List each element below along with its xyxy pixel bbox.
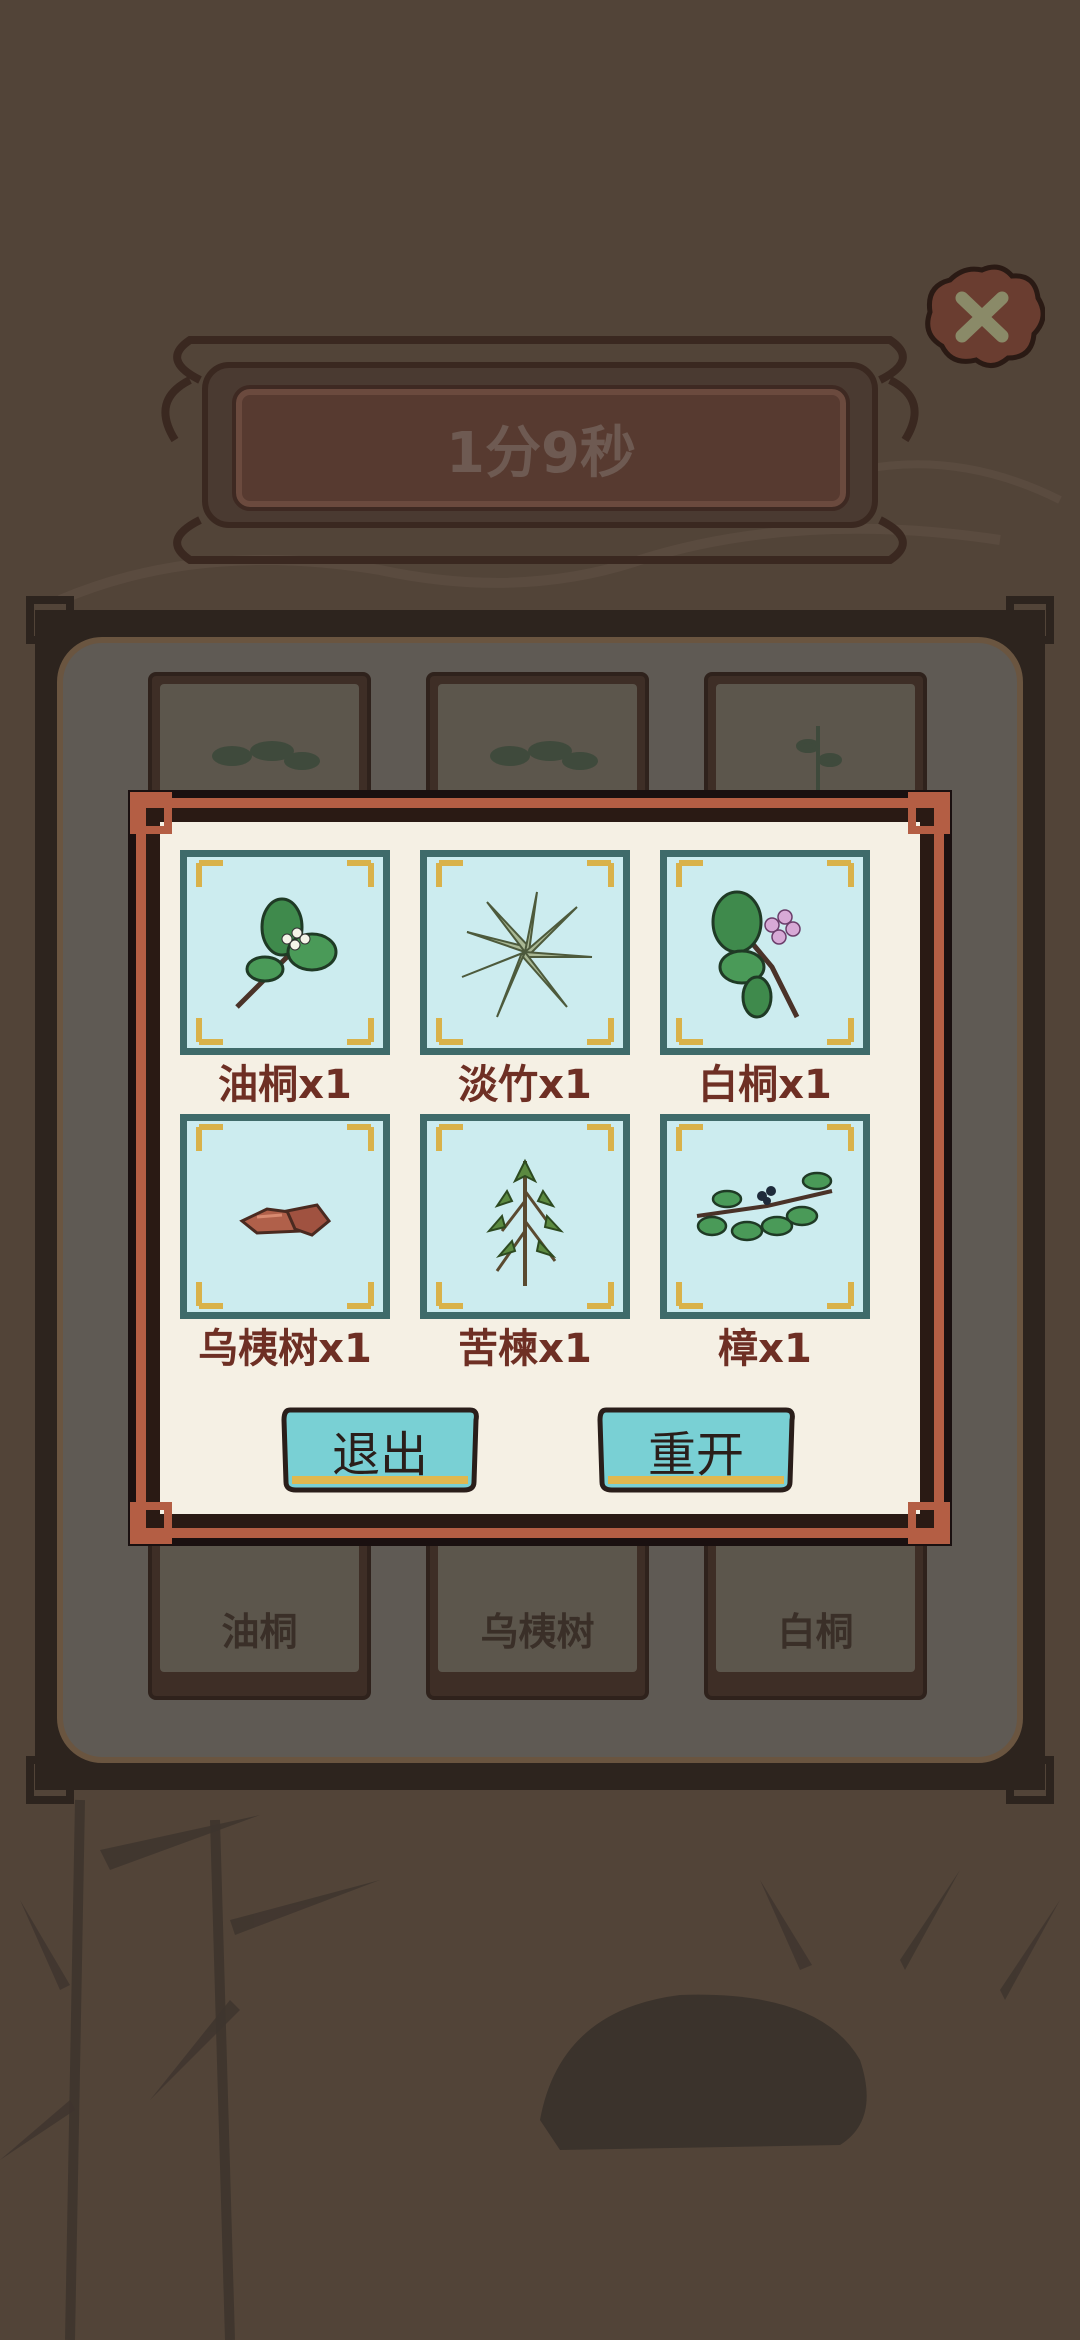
exit-button-label: 退出	[331, 1427, 428, 1483]
reward-item-label: 淡竹x1	[458, 1062, 592, 1108]
reward-dialog: 油桐x1 淡竹x1 白桐x1 乌桋树x1 苦楝x1 樟x1 退出 重开	[128, 790, 952, 1546]
reward-item-bamboo[interactable]: 淡竹x1	[420, 850, 630, 1111]
timer-display: 1分9秒	[232, 385, 850, 511]
reward-item-camphor[interactable]: 樟x1	[660, 1114, 870, 1375]
restart-button[interactable]: 重开	[594, 1402, 798, 1498]
reward-item-label: 白桐x1	[698, 1062, 832, 1108]
reward-item-chinaberry[interactable]: 苦楝x1	[420, 1114, 630, 1375]
bark-pieces-icon	[196, 1124, 374, 1309]
reward-item-tung[interactable]: 油桐x1	[180, 850, 390, 1111]
reward-item-white-tung[interactable]: 白桐x1	[660, 850, 870, 1111]
board-card-label: 白桐	[777, 1610, 854, 1654]
reward-item-label: 乌桋树x1	[198, 1326, 372, 1372]
restart-button-label: 重开	[647, 1427, 744, 1483]
close-button[interactable]	[920, 262, 1046, 372]
camphor-branch-icon	[676, 1124, 854, 1309]
reward-item-wuyi-tree[interactable]: 乌桋树x1	[180, 1114, 390, 1375]
leaf-branch-icon	[212, 741, 320, 770]
reward-item-label: 樟x1	[718, 1326, 812, 1372]
leaf-branch-icon	[490, 741, 598, 770]
herb-icon	[796, 726, 842, 794]
tung-plant-icon	[196, 860, 374, 1045]
timer-text: 1分9秒	[446, 420, 636, 486]
reward-item-label: 苦楝x1	[458, 1326, 592, 1372]
bamboo-leaves-icon	[436, 860, 614, 1045]
board-card-label: 油桐	[221, 1610, 298, 1654]
flower-plant-icon	[676, 860, 854, 1045]
herb-plant-icon	[436, 1124, 614, 1309]
exit-button[interactable]: 退出	[278, 1402, 482, 1498]
close-icon	[925, 264, 1046, 368]
board-card-label: 乌桋树	[480, 1610, 595, 1654]
reward-item-label: 油桐x1	[218, 1062, 352, 1108]
